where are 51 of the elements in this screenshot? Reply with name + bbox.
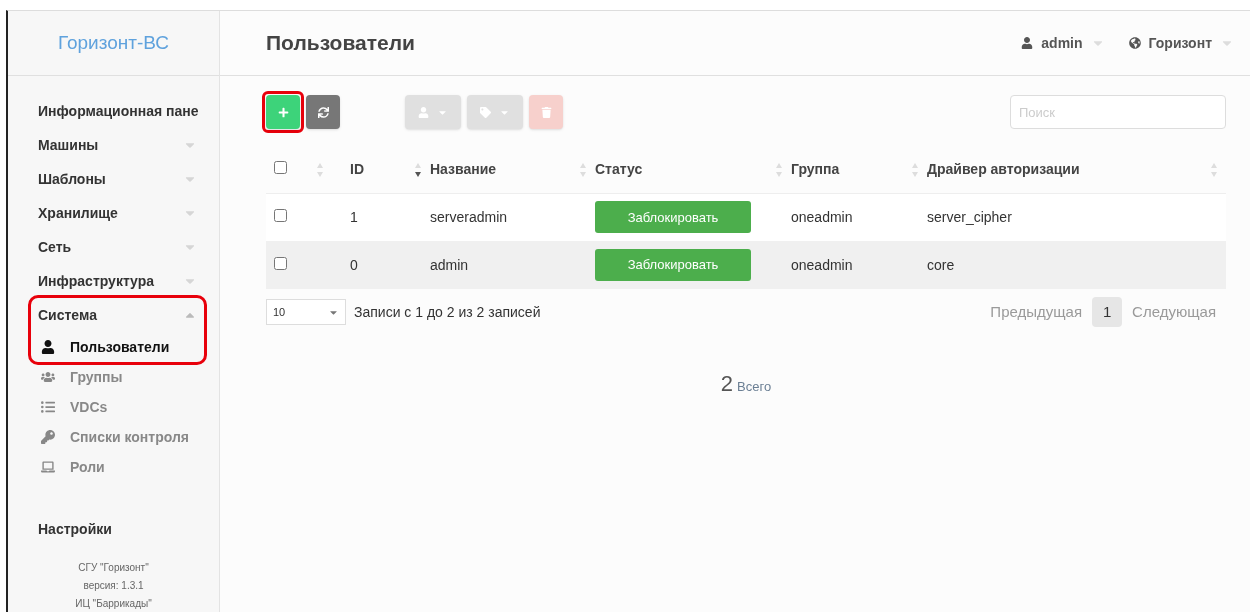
column-header[interactable]: Драйвер авторизации (927, 159, 1080, 181)
sidebar-item[interactable]: Хранилище (38, 196, 197, 230)
total-label: Всего (737, 378, 772, 396)
user-icon (1021, 37, 1034, 49)
users-icon (41, 370, 55, 384)
refresh-button[interactable] (306, 95, 340, 129)
table-cell: core (927, 256, 955, 273)
table-cell: admin (430, 256, 469, 273)
sidebar-item[interactable]: Сеть (38, 230, 197, 264)
table-cell: oneadmin (791, 208, 853, 225)
page-title: Пользователи (266, 30, 415, 57)
column-header[interactable]: Группа (791, 159, 840, 181)
laptop-icon (41, 460, 55, 474)
sidebar-item[interactable]: Система (38, 298, 197, 332)
sidebar-item[interactable]: Инфраструктура (38, 264, 197, 298)
key-icon (41, 430, 55, 444)
user-menu[interactable]: admin (1021, 32, 1105, 54)
footer-text: СГУ "Горизонт" (78, 561, 149, 575)
globe-icon (1128, 37, 1141, 49)
table-cell: 1 (350, 208, 358, 225)
sidebar-item[interactable]: Информационная пане (38, 94, 197, 128)
select-all-checkbox[interactable] (274, 161, 287, 175)
sidebar-item[interactable]: Настройки (38, 512, 197, 546)
sidebar-item[interactable]: Шаблоны (38, 162, 197, 196)
zone-menu[interactable]: Горизонт (1128, 32, 1234, 54)
table-cell: 0 (350, 256, 358, 273)
refresh-icon (317, 106, 329, 118)
row-checkbox[interactable] (274, 208, 287, 222)
column-header[interactable]: ID (350, 159, 364, 181)
list-icon (41, 400, 55, 414)
sort-icon (316, 161, 324, 178)
footer-text: ИЦ "Баррикады" (75, 597, 152, 611)
table-cell: oneadmin (791, 256, 853, 273)
trash-icon (540, 106, 552, 118)
page-button[interactable]: 1 (1092, 297, 1123, 327)
logo-text: Горизонт-ВС (57, 30, 170, 55)
plus-icon (277, 106, 289, 118)
column-header[interactable]: Статус (595, 159, 643, 181)
user-icon (41, 340, 55, 354)
tag-icon (480, 106, 491, 118)
records-info: Записи с 1 до 2 из 2 записей (354, 302, 541, 322)
user-icon (418, 106, 429, 118)
footer-text: версия: 1.3.1 (83, 579, 144, 593)
table-cell: serveradmin (430, 208, 508, 225)
table-cell: server_cipher (927, 208, 1012, 225)
sidebar-subitem[interactable]: Пользователи (38, 332, 197, 362)
total-count: 2 (720, 370, 734, 398)
row-checkbox[interactable] (274, 256, 287, 270)
page-size-select[interactable]: 10 (266, 299, 346, 325)
column-header[interactable]: Название (430, 159, 497, 181)
sidebar-item[interactable]: Машины (38, 128, 197, 162)
